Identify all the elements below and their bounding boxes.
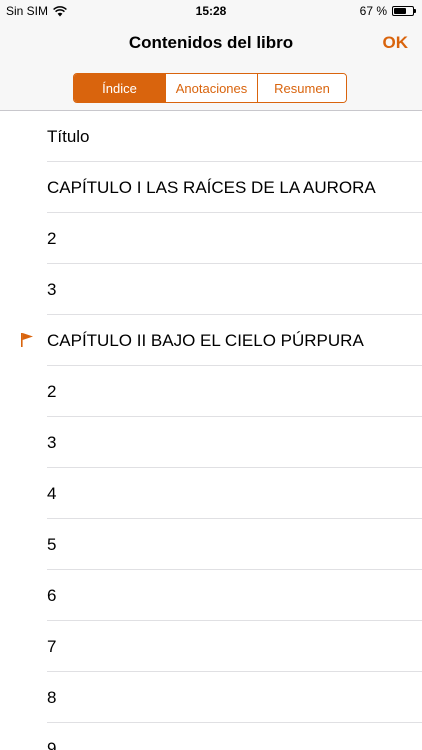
toc-item[interactable]: 3	[0, 264, 422, 315]
battery-fill	[394, 8, 407, 14]
toc-item-label: 3	[47, 280, 57, 299]
screen: Sin SIM 15:28 67 % Contenidos del libro …	[0, 0, 422, 750]
navigation-bar: Contenidos del libro OK	[0, 22, 422, 66]
toc-item-label: 5	[47, 535, 57, 554]
toc-item[interactable]: 5	[0, 519, 422, 570]
toc-item[interactable]: CAPÍTULO I LAS RAÍCES DE LA AURORA	[0, 162, 422, 213]
toc-item[interactable]: 3	[0, 417, 422, 468]
toc-item-label: CAPÍTULO II BAJO EL CIELO PÚRPURA	[47, 331, 364, 350]
toc-item[interactable]: Título	[0, 111, 422, 162]
battery-percent: 67 %	[359, 4, 387, 18]
table-of-contents: Título CAPÍTULO I LAS RAÍCES DE LA AURORA…	[0, 111, 422, 750]
battery-icon	[392, 6, 416, 16]
tab-indice[interactable]: Índice	[74, 74, 165, 102]
toc-item-label: 3	[47, 433, 57, 452]
toc-item-label: 7	[47, 637, 57, 656]
toc-item[interactable]: 7	[0, 621, 422, 672]
toc-item-label: 6	[47, 586, 57, 605]
segment-bar: Índice Anotaciones Resumen	[0, 66, 422, 111]
toc-item[interactable]: 9	[0, 723, 422, 750]
toc-item[interactable]: 8	[0, 672, 422, 723]
status-right: 67 %	[359, 4, 416, 18]
toc-item[interactable]: 6	[0, 570, 422, 621]
ok-button[interactable]: OK	[383, 33, 409, 53]
toc-item[interactable]: 4	[0, 468, 422, 519]
toc-item[interactable]: 2	[0, 366, 422, 417]
tab-anotaciones[interactable]: Anotaciones	[165, 74, 257, 102]
toc-item-label: 9	[47, 739, 57, 750]
toc-item-label: CAPÍTULO I LAS RAÍCES DE LA AURORA	[47, 178, 376, 197]
battery-nub	[414, 9, 416, 13]
toc-item-label: 4	[47, 484, 57, 503]
segmented-control: Índice Anotaciones Resumen	[73, 73, 347, 103]
toc-item-label: 2	[47, 229, 57, 248]
toc-item-label: 8	[47, 688, 57, 707]
status-bar: Sin SIM 15:28 67 %	[0, 0, 422, 22]
toc-item[interactable]: CAPÍTULO II BAJO EL CIELO PÚRPURA	[0, 315, 422, 366]
toc-item-label: 2	[47, 382, 57, 401]
bookmark-flag-icon	[21, 333, 33, 347]
page-title: Contenidos del libro	[128, 33, 294, 52]
tab-resumen[interactable]: Resumen	[257, 74, 346, 102]
toc-item[interactable]: 2	[0, 213, 422, 264]
toc-item-label: Título	[47, 127, 90, 146]
